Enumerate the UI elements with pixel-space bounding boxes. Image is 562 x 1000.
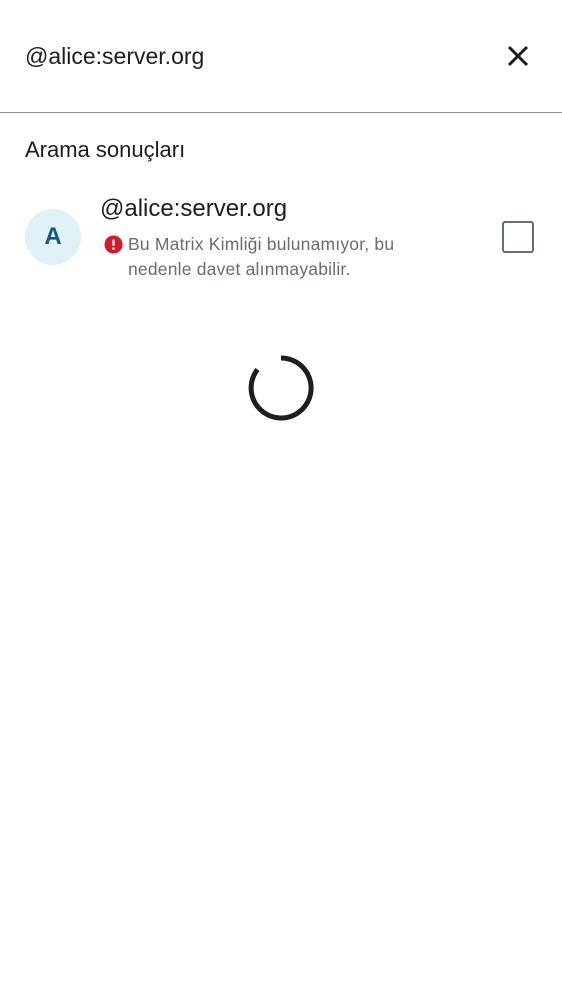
- search-results-heading: Arama sonuçları: [25, 137, 186, 162]
- close-icon: [507, 45, 529, 67]
- loading-spinner-icon: [248, 355, 314, 421]
- result-user-id: @alice:server.org: [100, 195, 288, 222]
- error-circle-icon: [104, 235, 123, 254]
- avatar: A: [25, 209, 81, 265]
- search-bar: [0, 0, 562, 113]
- select-checkbox[interactable]: [502, 221, 534, 253]
- close-button[interactable]: [496, 34, 540, 78]
- search-result-row[interactable]: A @alice:server.org Bu Matrix Kimliği bu…: [0, 190, 562, 290]
- warning-text: Bu Matrix Kimliği bulunamıyor, bu nedenl…: [128, 234, 395, 279]
- avatar-initial: A: [44, 223, 62, 250]
- search-input[interactable]: [25, 40, 465, 72]
